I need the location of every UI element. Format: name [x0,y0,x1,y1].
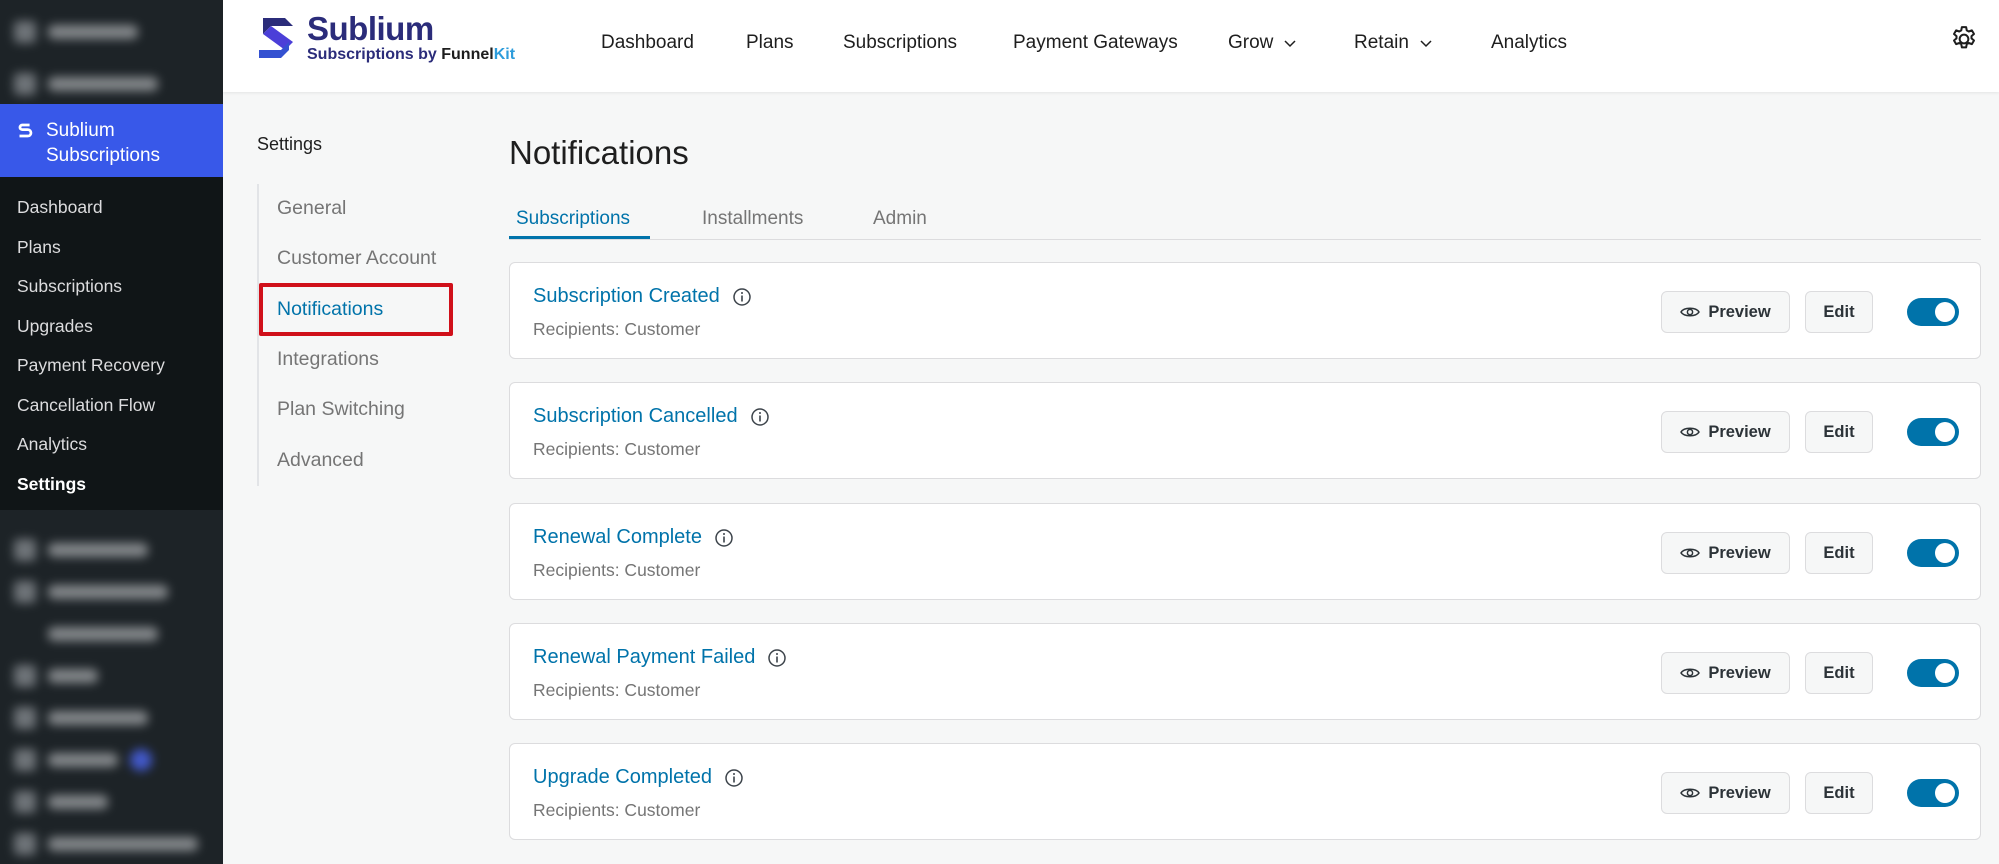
wp-submenu-settings[interactable]: Settings [0,466,223,506]
topnav-subscriptions[interactable]: Subscriptions [843,32,957,54]
info-icon[interactable] [767,648,787,668]
settings-nav-general[interactable]: General [277,197,346,220]
preview-button[interactable]: Preview [1661,652,1790,694]
wp-menu-sublium[interactable]: Sublium Subscriptions [0,104,223,177]
settings-nav-customer-account[interactable]: Customer Account [277,247,436,270]
eye-icon [1680,668,1701,678]
notification-card: Renewal Payment Failed Recipients: Custo… [509,623,1981,720]
brand-tagline: Subscriptions by FunnelKit [307,46,516,63]
highlight-annotation [259,283,453,336]
settings-nav-integrations[interactable]: Integrations [277,348,379,371]
notification-recipients: Recipients: Customer [533,800,701,820]
settings-nav-plan-switching[interactable]: Plan Switching [277,398,405,421]
preview-button[interactable]: Preview [1661,532,1790,574]
eye-icon [1680,788,1701,798]
topnav-grow[interactable]: Grow [1228,32,1297,54]
wp-submenu-analytics[interactable]: Analytics [0,426,223,466]
topnav-retain[interactable]: Retain [1354,32,1433,54]
brand-logo[interactable]: Sublium Subscriptions by FunnelKit [255,12,515,64]
edit-button[interactable]: Edit [1805,411,1873,453]
notification-card: Subscription Cancelled Recipients: Custo… [509,382,1981,479]
settings-nav-advanced[interactable]: Advanced [277,449,364,472]
edit-button[interactable]: Edit [1805,291,1873,333]
notification-card: Upgrade Completed Recipients: Customer P… [509,743,1981,840]
brand-name: Sublium [307,10,434,47]
notification-toggle[interactable] [1907,779,1959,807]
notification-toggle[interactable] [1907,659,1959,687]
chevron-down-icon [1284,40,1296,48]
top-header: Sublium Subscriptions by FunnelKit Dashb… [223,0,1999,92]
tab-subscriptions[interactable]: Subscriptions [516,208,630,230]
tab-installments[interactable]: Installments [702,208,803,230]
topnav-dashboard[interactable]: Dashboard [601,32,694,54]
notification-recipients: Recipients: Customer [533,439,701,459]
info-icon[interactable] [724,768,744,788]
preview-button[interactable]: Preview [1661,772,1790,814]
page-title: Notifications [509,134,689,171]
settings-heading: Settings [257,134,323,154]
eye-icon [1680,548,1701,558]
info-icon[interactable] [714,528,734,548]
wp-submenu-dashboard[interactable]: Dashboard [0,189,223,229]
wp-submenu-upgrades[interactable]: Upgrades [0,308,223,348]
preview-button[interactable]: Preview [1661,291,1790,333]
notification-card: Subscription Created Recipients: Custome… [509,262,1981,359]
eye-icon [1680,427,1701,437]
wp-submenu-plans[interactable]: Plans [0,229,223,269]
notification-toggle[interactable] [1907,418,1959,446]
notification-recipients: Recipients: Customer [533,319,701,339]
blurred-menu-top [0,20,223,96]
wp-submenu-payment-recovery[interactable]: Payment Recovery [0,347,223,387]
active-tab-indicator [509,236,650,239]
preview-button[interactable]: Preview [1661,411,1790,453]
sublium-brand-icon [259,18,293,58]
notification-toggle[interactable] [1907,298,1959,326]
tab-admin[interactable]: Admin [873,208,927,230]
notification-recipients: Recipients: Customer [533,560,701,580]
notification-title[interactable]: Subscription Cancelled [533,405,770,428]
info-icon[interactable] [750,407,770,427]
notification-tabs: Subscriptions Installments Admin [509,202,1981,240]
notification-card: Renewal Complete Recipients: Customer Pr… [509,503,1981,600]
chevron-down-icon [1420,40,1432,48]
eye-icon [1680,307,1701,317]
sublium-logo-icon [18,123,33,138]
wp-submenu-cancellation-flow[interactable]: Cancellation Flow [0,387,223,427]
edit-button[interactable]: Edit [1805,652,1873,694]
notification-title[interactable]: Subscription Created [533,285,752,308]
notification-recipients: Recipients: Customer [533,680,701,700]
blurred-menu-bottom [0,510,223,864]
wp-menu-sublium-label: Sublium Subscriptions [46,120,161,166]
notification-toggle[interactable] [1907,539,1959,567]
notification-title[interactable]: Upgrade Completed [533,766,744,789]
edit-button[interactable]: Edit [1805,532,1873,574]
topnav-analytics[interactable]: Analytics [1491,32,1567,54]
topnav-plans[interactable]: Plans [746,32,794,54]
info-icon[interactable] [732,287,752,307]
wp-submenu: Dashboard Plans Subscriptions Upgrades P… [0,177,223,510]
notification-title[interactable]: Renewal Payment Failed [533,646,787,669]
topnav-payment-gateways[interactable]: Payment Gateways [1013,32,1178,54]
wp-submenu-subscriptions[interactable]: Subscriptions [0,268,223,308]
notification-title[interactable]: Renewal Complete [533,526,734,549]
wp-admin-sidebar: Sublium Subscriptions Dashboard Plans Su… [0,0,223,864]
edit-button[interactable]: Edit [1805,772,1873,814]
gear-icon[interactable] [1949,24,1979,54]
